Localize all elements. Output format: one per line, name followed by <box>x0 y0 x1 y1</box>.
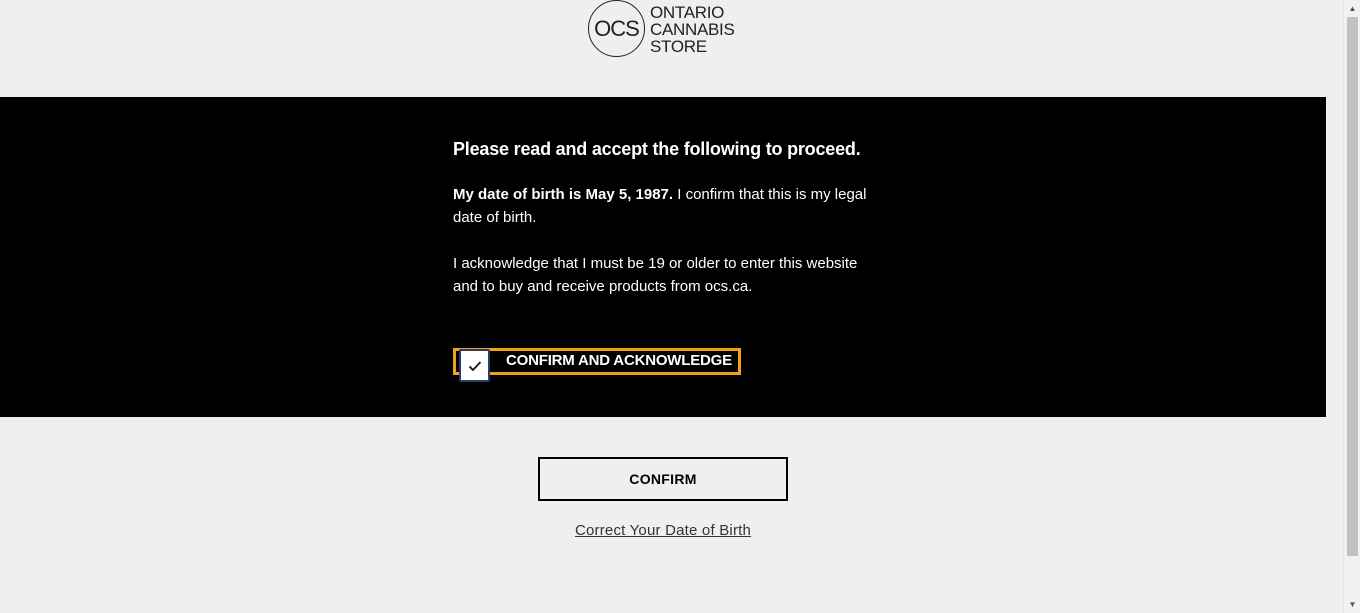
ocs-logo[interactable]: OCS ONTARIO CANNABIS STORE <box>588 0 748 58</box>
confirm-acknowledge-checkbox[interactable] <box>459 349 490 382</box>
logo-wordmark: ONTARIO CANNABIS STORE <box>650 4 735 55</box>
scrollbar-thumb[interactable] <box>1347 90 1358 556</box>
dob-statement: My date of birth is May 5, 1987. I confi… <box>453 183 873 229</box>
confirm-button[interactable]: CONFIRM <box>538 457 788 501</box>
logo-line-store: STORE <box>650 36 707 56</box>
page: OCS ONTARIO CANNABIS STORE Please read a… <box>0 0 1326 613</box>
age-acknowledgement: I acknowledge that I must be 19 or older… <box>453 255 858 295</box>
scroll-up-arrow-icon[interactable]: ▲ <box>1344 0 1360 17</box>
scroll-down-arrow-icon[interactable]: ▼ <box>1344 596 1360 613</box>
correct-dob-link-row: Correct Your Date of Birth <box>0 522 1326 539</box>
logo-line-ontario: ONTARIO <box>650 2 725 22</box>
age-gate-heading: Please read and accept the following to … <box>453 139 861 159</box>
dob-statement-bold: My date of birth is May 5, 1987. <box>453 186 674 203</box>
vertical-scrollbar[interactable]: ▲ ▼ <box>1343 0 1360 613</box>
confirm-acknowledge-checkbox-row[interactable]: CONFIRM AND ACKNOWLEDGE <box>453 348 741 382</box>
age-gate-panel: Please read and accept the following to … <box>0 97 1326 417</box>
check-icon <box>468 360 481 371</box>
logo-line-cannabis: CANNABIS <box>650 19 735 39</box>
confirm-acknowledge-label[interactable]: CONFIRM AND ACKNOWLEDGE <box>506 352 732 369</box>
scrollbar-thumb-upper[interactable] <box>1347 17 1358 101</box>
correct-dob-link[interactable]: Correct Your Date of Birth <box>575 522 751 539</box>
logo-mark: OCS <box>588 0 645 57</box>
